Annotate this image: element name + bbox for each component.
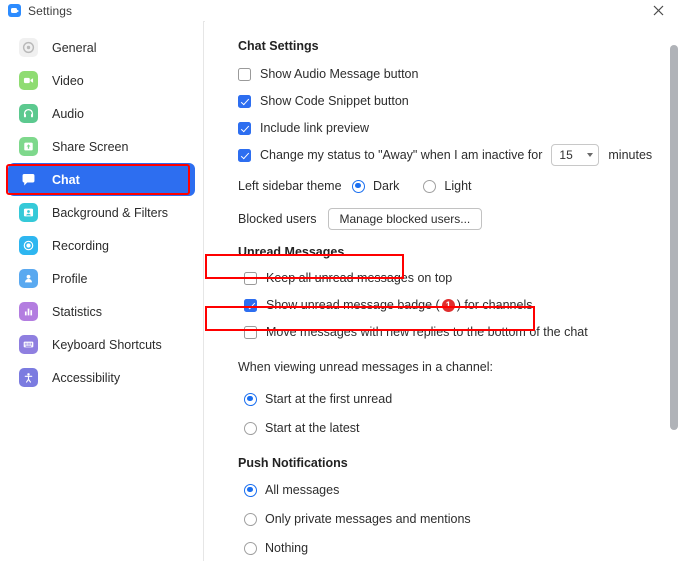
- push-all-messages-radio[interactable]: [244, 483, 257, 497]
- away-status-row[interactable]: Change my status to "Away" when I am ina…: [238, 144, 680, 166]
- person-frame-icon: [19, 203, 38, 222]
- start-at-latest-label: Start at the latest: [265, 421, 360, 435]
- show-audio-message-row[interactable]: Show Audio Message button: [238, 63, 680, 85]
- show-unread-badge-row[interactable]: Show unread message badge ( 1 ) for chan…: [238, 294, 680, 316]
- sidebar-item-accessibility[interactable]: Accessibility: [8, 361, 195, 394]
- unread-messages-heading: Unread Messages: [238, 245, 345, 259]
- record-circle-icon: [19, 236, 38, 255]
- sidebar-theme-dark-radio[interactable]: [352, 179, 365, 193]
- content-scrollbar-thumb[interactable]: [670, 45, 678, 430]
- include-link-preview-label: Include link preview: [260, 121, 370, 135]
- chat-bubble-icon: [19, 170, 38, 189]
- sidebar-item-chat[interactable]: Chat: [8, 163, 195, 196]
- away-minutes-value: 15: [559, 148, 573, 162]
- push-private-mentions-label: Only private messages and mentions: [265, 512, 471, 526]
- zoom-logo-icon: [8, 4, 21, 17]
- away-minutes-unit-label: minutes: [608, 148, 653, 162]
- move-messages-bottom-row[interactable]: Move messages with new replies to the bo…: [238, 321, 680, 343]
- headphones-icon: [19, 104, 38, 123]
- unread-count-badge: 1: [441, 298, 455, 312]
- away-minutes-select[interactable]: 15: [551, 144, 600, 166]
- sidebar-item-label: Keyboard Shortcuts: [52, 337, 162, 352]
- sidebar-item-label: Accessibility: [52, 370, 121, 385]
- sidebar-theme-label: Left sidebar theme: [238, 179, 342, 193]
- settings-sidebar: General Video Audio Share Screen Chat Ba…: [0, 21, 204, 561]
- sidebar-item-recording[interactable]: Recording: [8, 229, 195, 262]
- sidebar-item-label: Statistics: [52, 304, 103, 319]
- sidebar-item-profile[interactable]: Profile: [8, 262, 195, 295]
- start-at-latest-row[interactable]: Start at the latest: [238, 417, 680, 439]
- when-viewing-unread-label: When viewing unread messages in a channe…: [238, 360, 494, 374]
- sidebar-item-label: Profile: [52, 271, 88, 286]
- sidebar-item-general[interactable]: General: [8, 31, 195, 64]
- settings-content-panel: Chat Settings Show Audio Message button …: [205, 21, 680, 561]
- when-viewing-unread-row: When viewing unread messages in a channe…: [238, 356, 680, 378]
- sidebar-item-video[interactable]: Video: [8, 64, 195, 97]
- titlebar-left-group: Settings: [0, 4, 72, 18]
- sidebar-theme-light-radio[interactable]: [423, 179, 437, 193]
- sidebar-item-share-screen[interactable]: Share Screen: [8, 130, 195, 163]
- sidebar-theme-row: Left sidebar theme Dark Light: [238, 175, 680, 197]
- accessibility-icon: [19, 368, 38, 387]
- blocked-users-label: Blocked users: [238, 212, 317, 226]
- bar-chart-icon: [19, 302, 38, 321]
- show-audio-message-checkbox[interactable]: [238, 67, 251, 81]
- push-all-messages-row[interactable]: All messages: [238, 479, 680, 501]
- sidebar-item-label: Share Screen: [52, 139, 129, 154]
- person-icon: [19, 269, 38, 288]
- away-status-label: Change my status to "Away" when I am ina…: [260, 148, 543, 162]
- push-private-mentions-radio[interactable]: [244, 512, 257, 526]
- window-title: Settings: [28, 3, 73, 18]
- chevron-down-icon: [587, 153, 594, 157]
- show-audio-message-label: Show Audio Message button: [260, 67, 419, 81]
- sidebar-item-label: General: [52, 40, 97, 55]
- blocked-users-row: Blocked users Manage blocked users...: [238, 208, 680, 230]
- push-nothing-label: Nothing: [265, 541, 309, 555]
- sidebar-item-keyboard-shortcuts[interactable]: Keyboard Shortcuts: [8, 328, 195, 361]
- content-scrollbar-track[interactable]: [667, 21, 680, 561]
- push-notifications-heading: Push Notifications: [238, 456, 348, 470]
- keyboard-icon: [19, 335, 38, 354]
- sidebar-item-label: Chat: [52, 172, 80, 187]
- start-first-unread-label: Start at the first unread: [265, 392, 393, 406]
- sidebar-item-label: Background & Filters: [52, 205, 169, 220]
- keep-unread-on-top-label: Keep all unread messages on top: [266, 271, 453, 285]
- show-code-snippet-row[interactable]: Show Code Snippet button: [238, 90, 680, 112]
- show-unread-badge-label-before: Show unread message badge (: [266, 298, 440, 312]
- sidebar-theme-light-label: Light: [444, 179, 472, 193]
- sidebar-item-label: Audio: [52, 106, 84, 121]
- push-nothing-row[interactable]: Nothing: [238, 537, 680, 559]
- sidebar-item-background-filters[interactable]: Background & Filters: [8, 196, 195, 229]
- keep-unread-on-top-checkbox[interactable]: [244, 271, 257, 285]
- show-unread-badge-checkbox[interactable]: [244, 298, 257, 312]
- sidebar-item-audio[interactable]: Audio: [8, 97, 195, 130]
- include-link-preview-checkbox[interactable]: [238, 121, 251, 135]
- move-messages-bottom-label: Move messages with new replies to the bo…: [266, 325, 588, 339]
- close-glyph: [653, 5, 663, 16]
- sidebar-item-label: Video: [52, 73, 84, 88]
- push-nothing-radio[interactable]: [244, 541, 257, 555]
- video-camera-icon: [19, 71, 38, 90]
- close-icon[interactable]: [636, 0, 680, 21]
- push-private-mentions-row[interactable]: Only private messages and mentions: [238, 508, 680, 530]
- window-titlebar: Settings: [0, 0, 680, 22]
- manage-blocked-users-button[interactable]: Manage blocked users...: [327, 208, 483, 230]
- keep-unread-on-top-row[interactable]: Keep all unread messages on top: [238, 267, 680, 289]
- include-link-preview-row[interactable]: Include link preview: [238, 117, 680, 139]
- push-all-messages-label: All messages: [265, 483, 340, 497]
- start-first-unread-row[interactable]: Start at the first unread: [238, 388, 680, 410]
- sidebar-item-statistics[interactable]: Statistics: [8, 295, 195, 328]
- start-first-unread-radio[interactable]: [244, 392, 257, 406]
- share-screen-icon: [19, 137, 38, 156]
- show-code-snippet-checkbox[interactable]: [238, 94, 251, 108]
- show-unread-badge-label-after: ) for channels: [456, 298, 533, 312]
- start-at-latest-radio[interactable]: [244, 421, 257, 435]
- move-messages-bottom-checkbox[interactable]: [244, 325, 257, 339]
- show-code-snippet-label: Show Code Snippet button: [260, 94, 409, 108]
- away-status-checkbox[interactable]: [238, 148, 251, 162]
- gear-icon: [19, 38, 38, 57]
- sidebar-item-label: Recording: [52, 238, 109, 253]
- sidebar-theme-dark-label: Dark: [373, 179, 400, 193]
- chat-settings-heading: Chat Settings: [238, 39, 319, 53]
